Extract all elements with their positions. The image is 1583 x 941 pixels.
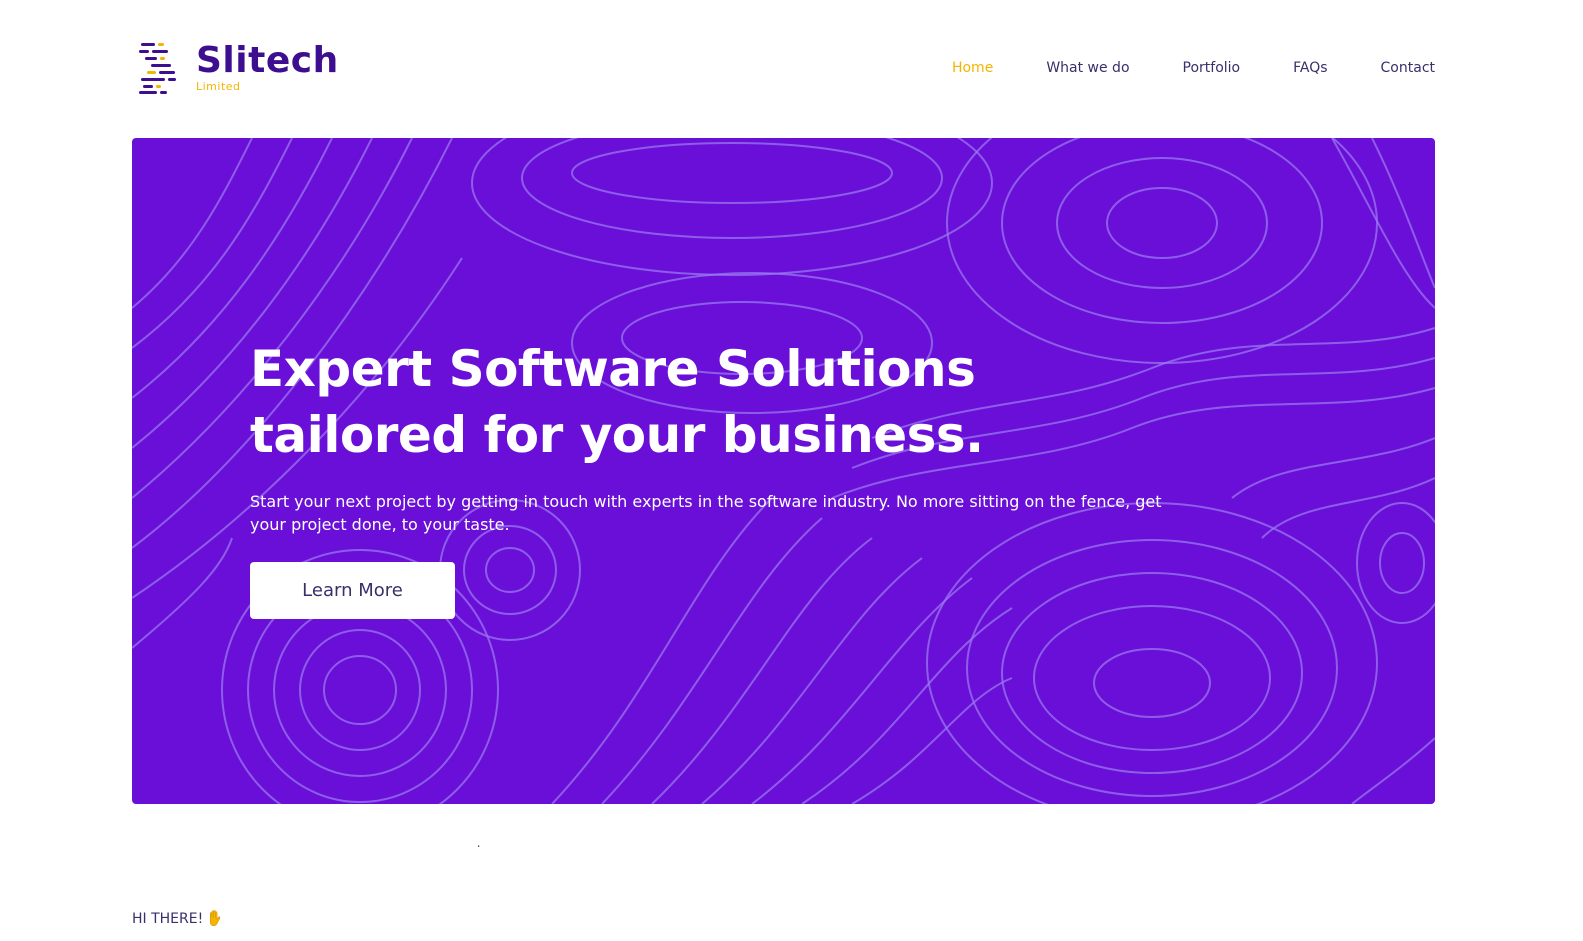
main-nav: Home What we do Portfolio FAQs Contact — [952, 60, 1435, 76]
navbar: Slitech Limited Home What we do Portfoli… — [0, 0, 1583, 138]
hero-title: Expert Software Solutions tailored for y… — [250, 340, 984, 464]
hero-content: Expert Software Solutions tailored for y… — [250, 336, 1200, 619]
hero-banner: Expert Software Solutions tailored for y… — [132, 138, 1435, 804]
greeting-text: HI THERE! — [132, 910, 204, 927]
nav-link-what-we-do[interactable]: What we do — [1046, 60, 1129, 76]
raised-hand-icon — [210, 910, 221, 926]
brand-logo[interactable]: Slitech Limited — [139, 42, 339, 94]
nav-link-portfolio[interactable]: Portfolio — [1183, 60, 1241, 76]
learn-more-button[interactable]: Learn More — [250, 562, 455, 619]
brand-name: Slitech — [196, 40, 339, 81]
nav-link-home[interactable]: Home — [952, 60, 993, 76]
hero-subtitle: Start your next project by getting in to… — [250, 492, 1162, 534]
decorative-mark: ⠐ — [474, 843, 481, 853]
logo-mark-icon — [139, 43, 176, 94]
brand-subtitle: Limited — [196, 80, 241, 93]
nav-link-faqs[interactable]: FAQs — [1293, 60, 1327, 76]
nav-link-contact[interactable]: Contact — [1381, 60, 1435, 76]
logo-text: Slitech Limited — [196, 42, 339, 93]
greeting: HI THERE! — [132, 910, 223, 927]
